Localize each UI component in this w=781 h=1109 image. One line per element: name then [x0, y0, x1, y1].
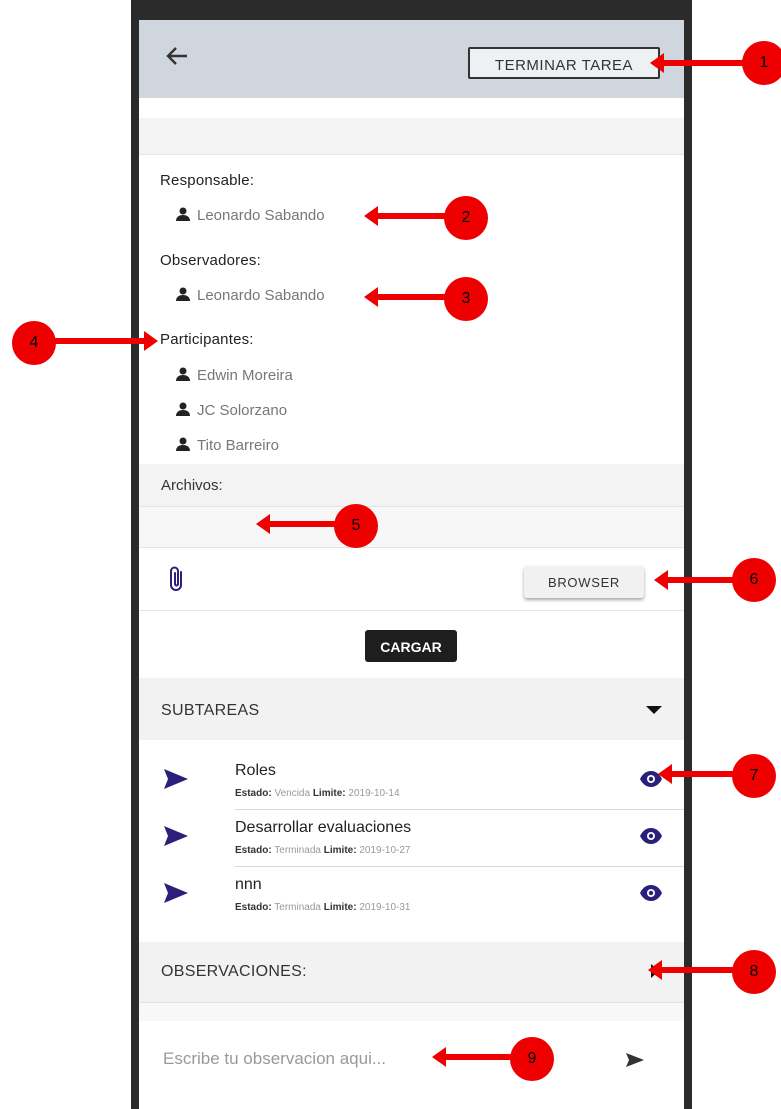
divider — [235, 809, 684, 810]
annotation-arrow — [54, 331, 158, 351]
estado-label: Estado: — [235, 788, 272, 799]
subtask-item[interactable]: Desarrollar evaluaciones Estado: Termina… — [139, 811, 684, 869]
caret-down-icon[interactable] — [646, 706, 662, 714]
estado-label: Estado: — [235, 845, 272, 856]
app-bar: TERMINAR TAREA — [139, 20, 684, 98]
back-arrow-icon[interactable] — [163, 42, 195, 74]
browser-button[interactable]: BROWSER — [524, 566, 644, 598]
annotation-marker: 6 — [732, 558, 776, 602]
observadores-label: Observadores: — [160, 252, 261, 269]
limite-value: 2019-10-27 — [359, 845, 411, 856]
divider — [139, 610, 684, 611]
participante-person: JC Solorzano — [175, 401, 287, 419]
annotation-marker: 2 — [444, 196, 488, 240]
limite-label: Limite: — [312, 788, 346, 799]
annotation-marker: 8 — [732, 950, 776, 994]
participantes-label: Participantes: — [160, 331, 254, 348]
estado-value: Vencida — [274, 788, 311, 799]
limite-value: 2019-10-31 — [359, 902, 411, 913]
limite-label: Limite: — [323, 845, 357, 856]
observador-person: Leonardo Sabando — [175, 286, 325, 304]
eye-icon[interactable] — [639, 884, 663, 902]
responsable-label: Responsable: — [160, 172, 255, 189]
person-icon — [176, 437, 190, 451]
person-name: Leonardo Sabando — [197, 287, 325, 304]
subtareas-title: SUBTAREAS — [161, 702, 260, 719]
limite-value: 2019-10-14 — [348, 788, 400, 799]
observaciones-spacer — [139, 1003, 684, 1021]
send-icon — [164, 883, 188, 903]
annotation-arrow — [364, 287, 450, 307]
annotation-marker: 7 — [732, 754, 776, 798]
estado-value: Terminada — [274, 845, 321, 856]
send-icon — [164, 769, 188, 789]
annotation-marker: 4 — [12, 321, 56, 365]
send-icon — [164, 826, 188, 846]
subtask-title: nnn — [235, 876, 262, 893]
archivos-label: Archivos: — [161, 477, 223, 494]
task-detail-screen: TERMINAR TAREA Responsable: Leonardo Sab… — [139, 20, 684, 1109]
divider — [235, 866, 684, 867]
subtask-meta: Estado: Vencida Limite: 2019-10-14 — [235, 788, 400, 799]
terminar-tarea-button[interactable]: TERMINAR TAREA — [468, 47, 660, 79]
person-name: JC Solorzano — [197, 402, 288, 419]
annotation-marker: 3 — [444, 277, 488, 321]
cargar-button[interactable]: CARGAR — [365, 630, 457, 662]
observaciones-header[interactable]: OBSERVACIONES: — [139, 942, 684, 1003]
subtask-item[interactable]: nnn Estado: Terminada Limite: 2019-10-31 — [139, 868, 684, 926]
subtask-title: Desarrollar evaluaciones — [235, 819, 412, 836]
subtask-meta: Estado: Terminada Limite: 2019-10-31 — [235, 902, 410, 913]
file-list-empty — [139, 506, 684, 548]
person-name: Leonardo Sabando — [197, 207, 325, 224]
person-icon — [176, 287, 190, 301]
subtareas-header[interactable]: SUBTAREAS — [139, 678, 684, 740]
paperclip-icon[interactable] — [167, 565, 187, 593]
person-icon — [176, 402, 190, 416]
estado-value: Terminada — [274, 902, 321, 913]
eye-icon[interactable] — [639, 827, 663, 845]
person-name: Tito Barreiro — [197, 437, 279, 454]
annotation-marker: 1 — [742, 41, 781, 85]
person-name: Edwin Moreira — [197, 367, 293, 384]
person-icon — [176, 367, 190, 381]
annotation-arrow — [432, 1047, 516, 1067]
person-icon — [176, 207, 190, 221]
annotation-marker: 9 — [510, 1037, 554, 1081]
subtask-item[interactable]: Roles Estado: Vencida Limite: 2019-10-14 — [139, 754, 684, 812]
limite-label: Limite: — [323, 902, 357, 913]
subtask-title: Roles — [235, 762, 276, 779]
participante-person: Tito Barreiro — [175, 436, 279, 454]
observaciones-title: OBSERVACIONES: — [161, 963, 307, 980]
subtask-meta: Estado: Terminada Limite: 2019-10-27 — [235, 845, 410, 856]
estado-label: Estado: — [235, 902, 272, 913]
responsable-person: Leonardo Sabando — [175, 206, 325, 224]
annotation-arrow — [364, 206, 450, 226]
archivos-row: Archivos: — [139, 464, 684, 506]
header-spacer — [139, 118, 684, 155]
send-icon[interactable] — [625, 1052, 645, 1068]
annotation-marker: 5 — [334, 504, 378, 548]
participante-person: Edwin Moreira — [175, 366, 293, 384]
